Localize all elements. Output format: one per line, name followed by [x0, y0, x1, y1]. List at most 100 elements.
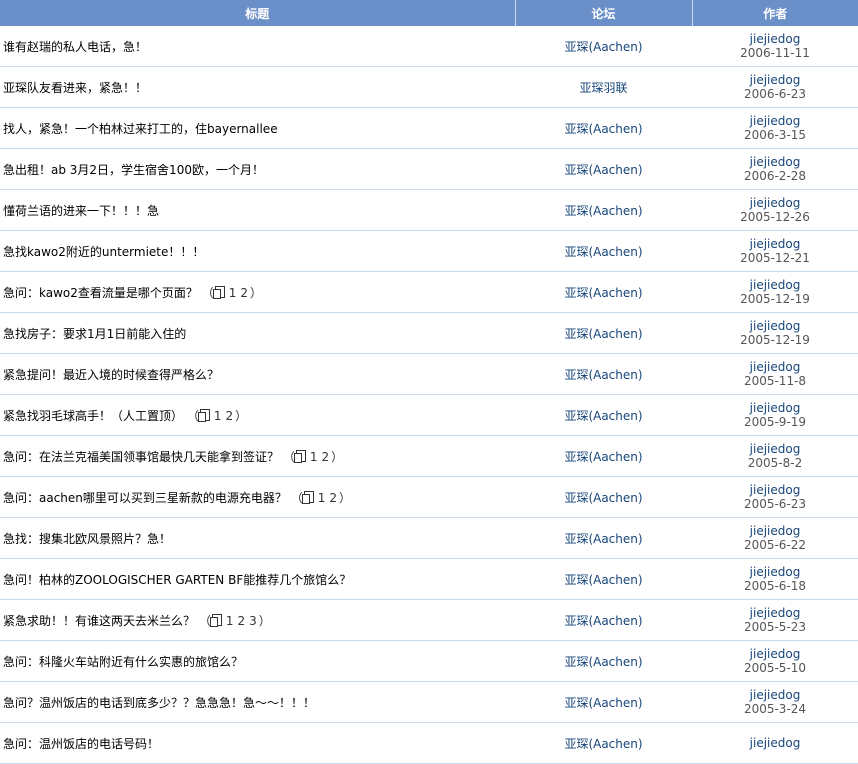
forum-link[interactable]: 亚琛(Aachen) — [564, 122, 642, 136]
topic-cell: 亚琛队友看进来，紧急！！ — [0, 66, 515, 108]
page-link[interactable]: 1 — [229, 286, 237, 300]
author-link[interactable]: jiejiedog — [692, 483, 858, 497]
author-link[interactable]: jiejiedog — [692, 688, 858, 702]
topic-link[interactable]: 紧急提问！最近入境的时候查得严格么？ — [3, 368, 219, 382]
table-row: 急问：aachen哪里可以买到三星新款的电源充电器？ （1 2） 亚琛(Aachen… — [0, 476, 858, 518]
forum-cell: 亚琛(Aachen) — [515, 517, 692, 559]
page-link[interactable]: 2 — [329, 491, 337, 505]
multipage-icon — [197, 408, 210, 422]
author-link[interactable]: jiejiedog — [692, 565, 858, 579]
forum-link[interactable]: 亚琛(Aachen) — [564, 409, 642, 423]
forum-link[interactable]: 亚琛(Aachen) — [564, 327, 642, 341]
topic-link[interactable]: 找人，紧急！一个柏林过来打工的，住bayernallee — [3, 122, 278, 136]
topic-link[interactable]: 紧急找羽毛球高手！（人工置顶） — [3, 409, 183, 423]
forum-cell: 亚琛(Aachen) — [515, 107, 692, 149]
forum-link[interactable]: 亚琛(Aachen) — [564, 573, 642, 587]
page-link[interactable]: 1 — [318, 491, 326, 505]
topic-link[interactable]: 急出租！ab 3月2日，学生宿舍100欧，一个月！ — [3, 163, 264, 177]
forum-link[interactable]: 亚琛羽联 — [579, 81, 627, 95]
author-link[interactable]: jiejiedog — [692, 319, 858, 333]
post-date: 2005-6-18 — [743, 579, 807, 593]
author-link[interactable]: jiejiedog — [692, 114, 858, 128]
author-link[interactable]: jiejiedog — [692, 155, 858, 169]
table-row: 紧急求助！！有谁这两天去米兰么？ （1 2 3） 亚琛(Aachen) jiejiedo… — [0, 599, 858, 641]
post-date: 2006-2-28 — [743, 169, 807, 183]
page-link[interactable]: 1 — [226, 614, 234, 628]
author-link[interactable]: jiejiedog — [692, 736, 858, 750]
forum-link[interactable]: 亚琛(Aachen) — [564, 204, 642, 218]
topic-link[interactable]: 急问：科隆火车站附近有什么实惠的旅馆么？ — [3, 655, 243, 669]
author-link[interactable]: jiejiedog — [692, 32, 858, 46]
page-link[interactable]: 2 — [237, 614, 245, 628]
page-link[interactable]: 2 — [225, 409, 233, 423]
topic-link[interactable]: 紧急求助！！有谁这两天去米兰么？ — [3, 614, 195, 628]
forum-link[interactable]: 亚琛(Aachen) — [564, 655, 642, 669]
forum-cell: 亚琛(Aachen) — [515, 435, 692, 477]
author-link[interactable]: jiejiedog — [692, 647, 858, 661]
page-link[interactable]: 1 — [310, 450, 318, 464]
multipage-icon — [293, 449, 306, 463]
post-date: 2005-3-24 — [743, 702, 807, 716]
header-author[interactable]: 作者 — [692, 0, 858, 26]
author-link[interactable]: jiejiedog — [692, 278, 858, 292]
author-cell: jiejiedog 2005-12-19 — [692, 312, 858, 354]
author-cell: jiejiedog 2005-11-8 — [692, 353, 858, 395]
forum-link[interactable]: 亚琛(Aachen) — [564, 450, 642, 464]
topic-link[interactable]: 懂荷兰语的进来一下！！！急 — [3, 204, 159, 218]
topic-link[interactable]: 急问？温州饭店的电话到底多少？？急急急！急～～！！！ — [3, 696, 315, 710]
author-cell: jiejiedog 2005-6-18 — [692, 558, 858, 600]
forum-link[interactable]: 亚琛(Aachen) — [564, 163, 642, 177]
topic-cell: 懂荷兰语的进来一下！！！急 — [0, 189, 515, 231]
table-row: 急问：kawo2查看流量是哪个页面？ （1 2） 亚琛(Aachen) jiejied… — [0, 271, 858, 313]
author-link[interactable]: jiejiedog — [692, 606, 858, 620]
table-row: 懂荷兰语的进来一下！！！急 亚琛(Aachen) jiejiedog 2005-12-… — [0, 189, 858, 231]
table-row: 急找房子：要求1月1日前能入住的 亚琛(Aachen) jiejiedog 2005-… — [0, 312, 858, 354]
topic-link[interactable]: 亚琛队友看进来，紧急！！ — [3, 81, 147, 95]
topic-link[interactable]: 急问！柏林的ZOOLOGISCHER GARTEN BF能推荐几个旅馆么？ — [3, 573, 351, 587]
forum-link[interactable]: 亚琛(Aachen) — [564, 614, 642, 628]
author-cell: jiejiedog 2005-6-22 — [692, 517, 858, 559]
author-link[interactable]: jiejiedog — [692, 360, 858, 374]
forum-cell: 亚琛(Aachen) — [515, 599, 692, 641]
topic-cell: 急找kawo2附近的untermiete！！！ — [0, 230, 515, 272]
author-link[interactable]: jiejiedog — [692, 442, 858, 456]
table-row: 急找kawo2附近的untermiete！！！ 亚琛(Aachen) jiejied… — [0, 230, 858, 272]
topic-link[interactable]: 急找：搜集北欧风景照片？急！ — [3, 532, 171, 546]
forum-cell: 亚琛(Aachen) — [515, 312, 692, 354]
header-title[interactable]: 标题 — [0, 0, 516, 26]
forum-cell: 亚琛(Aachen) — [515, 230, 692, 272]
post-date: 2005-12-21 — [740, 251, 810, 265]
author-link[interactable]: jiejiedog — [692, 73, 858, 87]
topic-link[interactable]: 急问：在法兰克福美国领事馆最快几天能拿到签证？ — [3, 450, 279, 464]
forum-link[interactable]: 亚琛(Aachen) — [564, 286, 642, 300]
page-link[interactable]: 3 — [249, 614, 257, 628]
author-link[interactable]: jiejiedog — [692, 237, 858, 251]
header-forum[interactable]: 论坛 — [515, 0, 693, 26]
topic-link[interactable]: 急问：aachen哪里可以买到三星新款的电源充电器？ — [3, 491, 287, 505]
topic-link[interactable]: 急问：kawo2查看流量是哪个页面？ — [3, 286, 198, 300]
topic-link[interactable]: 急找kawo2附近的untermiete！！！ — [3, 245, 204, 259]
page-link[interactable]: 2 — [321, 450, 329, 464]
forum-link[interactable]: 亚琛(Aachen) — [564, 532, 642, 546]
topic-link[interactable]: 急找房子：要求1月1日前能入住的 — [3, 327, 186, 341]
forum-link[interactable]: 亚琛(Aachen) — [564, 368, 642, 382]
forum-cell: 亚琛(Aachen) — [515, 476, 692, 518]
table-row: 急找：搜集北欧风景照片？急！ 亚琛(Aachen) jiejiedog 2005-6-… — [0, 517, 858, 559]
forum-link[interactable]: 亚琛(Aachen) — [564, 491, 642, 505]
forum-cell: 亚琛(Aachen) — [515, 394, 692, 436]
table-row: 急出租！ab 3月2日，学生宿舍100欧，一个月！ 亚琛(Aachen) jieji… — [0, 148, 858, 190]
page-link[interactable]: 1 — [214, 409, 222, 423]
forum-link[interactable]: 亚琛(Aachen) — [564, 696, 642, 710]
post-date: 2005-8-2 — [747, 456, 803, 470]
topic-link[interactable]: 谁有赵瑞的私人电话，急！ — [3, 40, 147, 54]
author-cell: jiejiedog 2005-6-23 — [692, 476, 858, 518]
post-date: 2005-6-23 — [743, 497, 807, 511]
author-link[interactable]: jiejiedog — [692, 401, 858, 415]
page-link[interactable]: 2 — [240, 286, 248, 300]
topic-cell: 急问：科隆火车站附近有什么实惠的旅馆么？ — [0, 640, 515, 682]
forum-link[interactable]: 亚琛(Aachen) — [564, 245, 642, 259]
author-cell: jiejiedog 2005-12-21 — [692, 230, 858, 272]
forum-link[interactable]: 亚琛(Aachen) — [564, 40, 642, 54]
author-link[interactable]: jiejiedog — [692, 196, 858, 210]
author-link[interactable]: jiejiedog — [692, 524, 858, 538]
